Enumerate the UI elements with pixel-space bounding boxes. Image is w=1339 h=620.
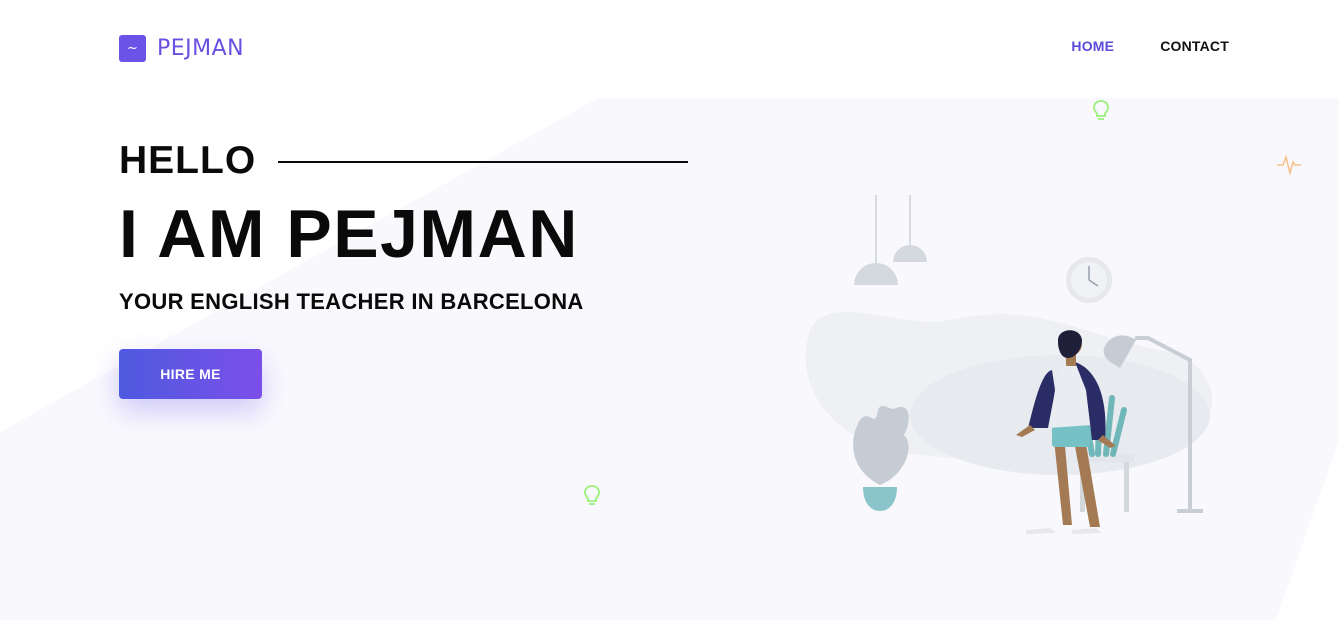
wall-clock-icon [1066, 257, 1112, 303]
hire-me-button[interactable]: HIRE ME [119, 349, 262, 399]
greeting-underline [278, 161, 689, 163]
headline: I AM PEJMAN [119, 196, 579, 272]
logo-text: PEJMAN [157, 36, 245, 61]
pendant-lamp [854, 195, 898, 285]
nav-home[interactable]: HOME [1071, 38, 1114, 54]
pulse-icon [1277, 154, 1301, 175]
tagline: YOUR ENGLISH TEACHER IN BARCELONA [119, 289, 584, 314]
lightbulb-icon [584, 485, 600, 505]
site-header: ~ PEJMAN HOME CONTACT [0, 0, 1339, 94]
pendant-lamp [893, 195, 927, 262]
greeting-text: HELLO [119, 139, 257, 182]
greeting-row: HELLO [119, 135, 689, 187]
potted-plant [853, 405, 909, 511]
nav-contact[interactable]: CONTACT [1160, 38, 1229, 54]
hero-illustration [805, 195, 1213, 534]
main-nav: HOME CONTACT [1071, 38, 1229, 54]
logo-link[interactable]: ~ PEJMAN [119, 35, 244, 62]
hero-section: HELLO I AM PEJMAN YOUR ENGLISH TEACHER I… [119, 135, 689, 399]
logo-icon: ~ [119, 35, 146, 62]
